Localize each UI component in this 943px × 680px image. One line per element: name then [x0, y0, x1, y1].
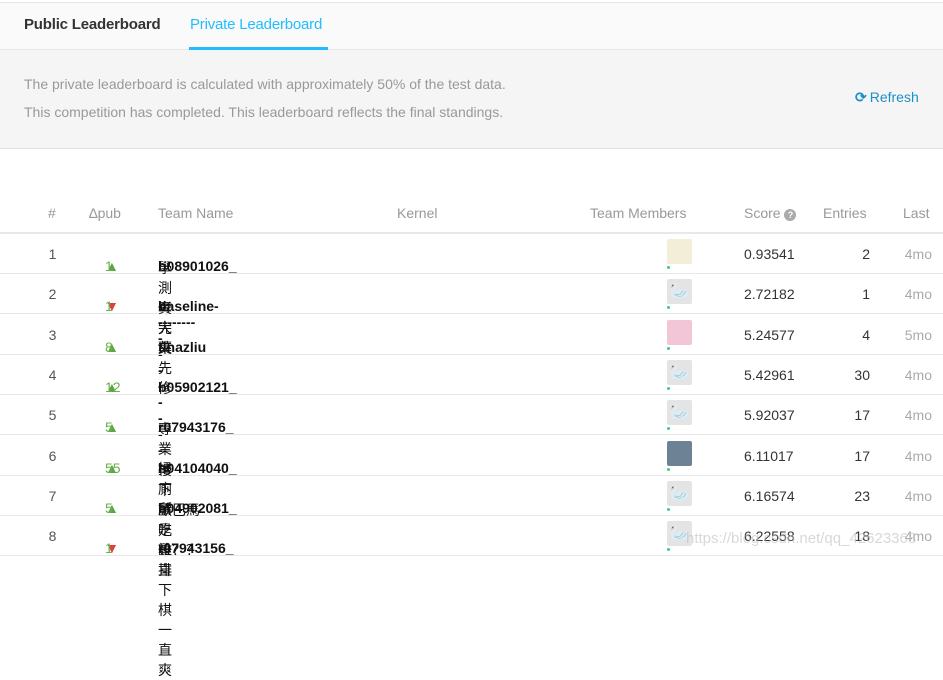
- refresh-button[interactable]: ⟳ Refresh: [855, 89, 919, 106]
- delta-value: 1: [105, 540, 113, 557]
- member-avatar[interactable]: [667, 319, 692, 345]
- info-line-2: This competition has completed. This lea…: [24, 104, 504, 120]
- delta-value: 1: [105, 258, 113, 274]
- entries: 2: [862, 246, 870, 262]
- score: 0.93541: [744, 246, 795, 262]
- last-submission: 5mo: [904, 326, 932, 343]
- tab-private-leaderboard[interactable]: Private Leaderboard: [190, 16, 322, 33]
- rank: 1: [48, 246, 57, 262]
- member-avatar[interactable]: [667, 239, 692, 264]
- online-dot: [667, 467, 670, 471]
- col-score-label: Score: [744, 205, 781, 221]
- col-kernel: Kernel: [397, 205, 438, 221]
- rank: 5: [48, 407, 57, 424]
- online-dot: [667, 548, 670, 552]
- score: 5.42961: [744, 366, 795, 383]
- online-dot: [667, 427, 670, 431]
- refresh-label: Refresh: [869, 89, 919, 105]
- col-delta[interactable]: ∆pub: [89, 205, 121, 221]
- table-row: 1 ▲ 1 b08901026_ 學測考完來先修 0.93541 2 4mo: [0, 234, 943, 396]
- last-submission: 4mo: [904, 366, 932, 383]
- col-rank: #: [48, 205, 56, 221]
- col-score[interactable]: Score ?: [744, 205, 797, 221]
- tab-public-leaderboard[interactable]: Public Leaderboard: [24, 16, 161, 33]
- col-team-members: Team Members: [590, 205, 687, 221]
- rank: 4: [48, 366, 57, 383]
- entries: 1: [862, 286, 870, 303]
- delta-value: 5: [105, 499, 113, 516]
- rank: 8: [48, 528, 57, 545]
- help-icon[interactable]: ?: [784, 209, 797, 221]
- team-name-prefix: b05902121_: [158, 378, 237, 395]
- member-avatar[interactable]: 🦢: [667, 400, 692, 426]
- score: 5.24577: [744, 326, 795, 343]
- online-dot: [667, 266, 670, 269]
- entries: 17: [854, 407, 870, 424]
- score: 6.16574: [744, 487, 795, 504]
- entries: 30: [854, 366, 870, 383]
- delta-value: 8: [105, 338, 113, 355]
- delta-value: 55: [105, 459, 121, 476]
- online-dot: [667, 306, 670, 310]
- col-entries[interactable]: Entries: [823, 205, 867, 221]
- watermark: https://blog.csdn.net/qq_42623368: [686, 530, 917, 547]
- team-name-cjk: 一直下棋一直爽: [158, 542, 172, 679]
- team-name-prefix: tinazliu: [158, 338, 207, 355]
- online-dot: [667, 386, 670, 390]
- score: 5.92037: [744, 407, 795, 424]
- col-last[interactable]: Last: [903, 205, 929, 221]
- delta-value: 5: [105, 419, 113, 436]
- table-row: 4 ▲ 12 b05902121_ 🦢 5.42961 30 4mo: [0, 355, 943, 395]
- table-row: 7 ▲ 5 b04902081_ 歐巴馬是誰？？ 🦢 6.16574 23 4mo: [0, 476, 943, 558]
- delta-value: 1: [105, 298, 113, 315]
- entries: 4: [862, 326, 870, 343]
- entries: 17: [854, 447, 870, 464]
- score: 6.11017: [744, 447, 794, 464]
- rank: 6: [48, 447, 57, 464]
- table-row: 3 ▲ 8 tinazliu 5.24577 4 5mo: [0, 315, 943, 355]
- info-line-1: The private leaderboard is calculated wi…: [24, 76, 506, 92]
- refresh-icon: ⟳: [855, 89, 867, 105]
- table-row: 2 ▼ 1 ---------- 真大葉 baseline--------- 🦢 2.…: [0, 274, 943, 458]
- member-avatar[interactable]: 🦢: [667, 359, 692, 385]
- rank: 3: [48, 326, 57, 343]
- online-dot: [667, 346, 670, 350]
- last-submission: 4mo: [904, 286, 932, 303]
- online-dot: [667, 507, 670, 511]
- last-submission: 4mo: [904, 487, 932, 504]
- entries: 23: [854, 487, 870, 504]
- score: 2.72182: [744, 286, 795, 303]
- member-avatar[interactable]: 🦢: [667, 279, 692, 305]
- member-avatar[interactable]: 🦢: [667, 480, 692, 506]
- member-avatar[interactable]: [667, 440, 692, 466]
- last-submission: 4mo: [904, 407, 932, 424]
- last-submission: 4mo: [904, 246, 932, 262]
- table-row: 5 ▲ 5 r07943176_ 專業掃廁所 🦢 5.92037 17 4mo: [0, 395, 943, 517]
- rank: 2: [48, 286, 57, 303]
- col-team-name[interactable]: Team Name: [158, 205, 233, 221]
- info-panel: The private leaderboard is calculated wi…: [0, 50, 943, 149]
- table-row: 6 ▲ 55 b04104040_ 樓下請吃雞排 6.11017 17 4mo: [0, 436, 943, 578]
- tab-bar: Public Leaderboard Private Leaderboard: [0, 2, 943, 50]
- rank: 7: [48, 487, 57, 504]
- delta-value: 12: [105, 378, 121, 395]
- last-submission: 4mo: [904, 447, 932, 464]
